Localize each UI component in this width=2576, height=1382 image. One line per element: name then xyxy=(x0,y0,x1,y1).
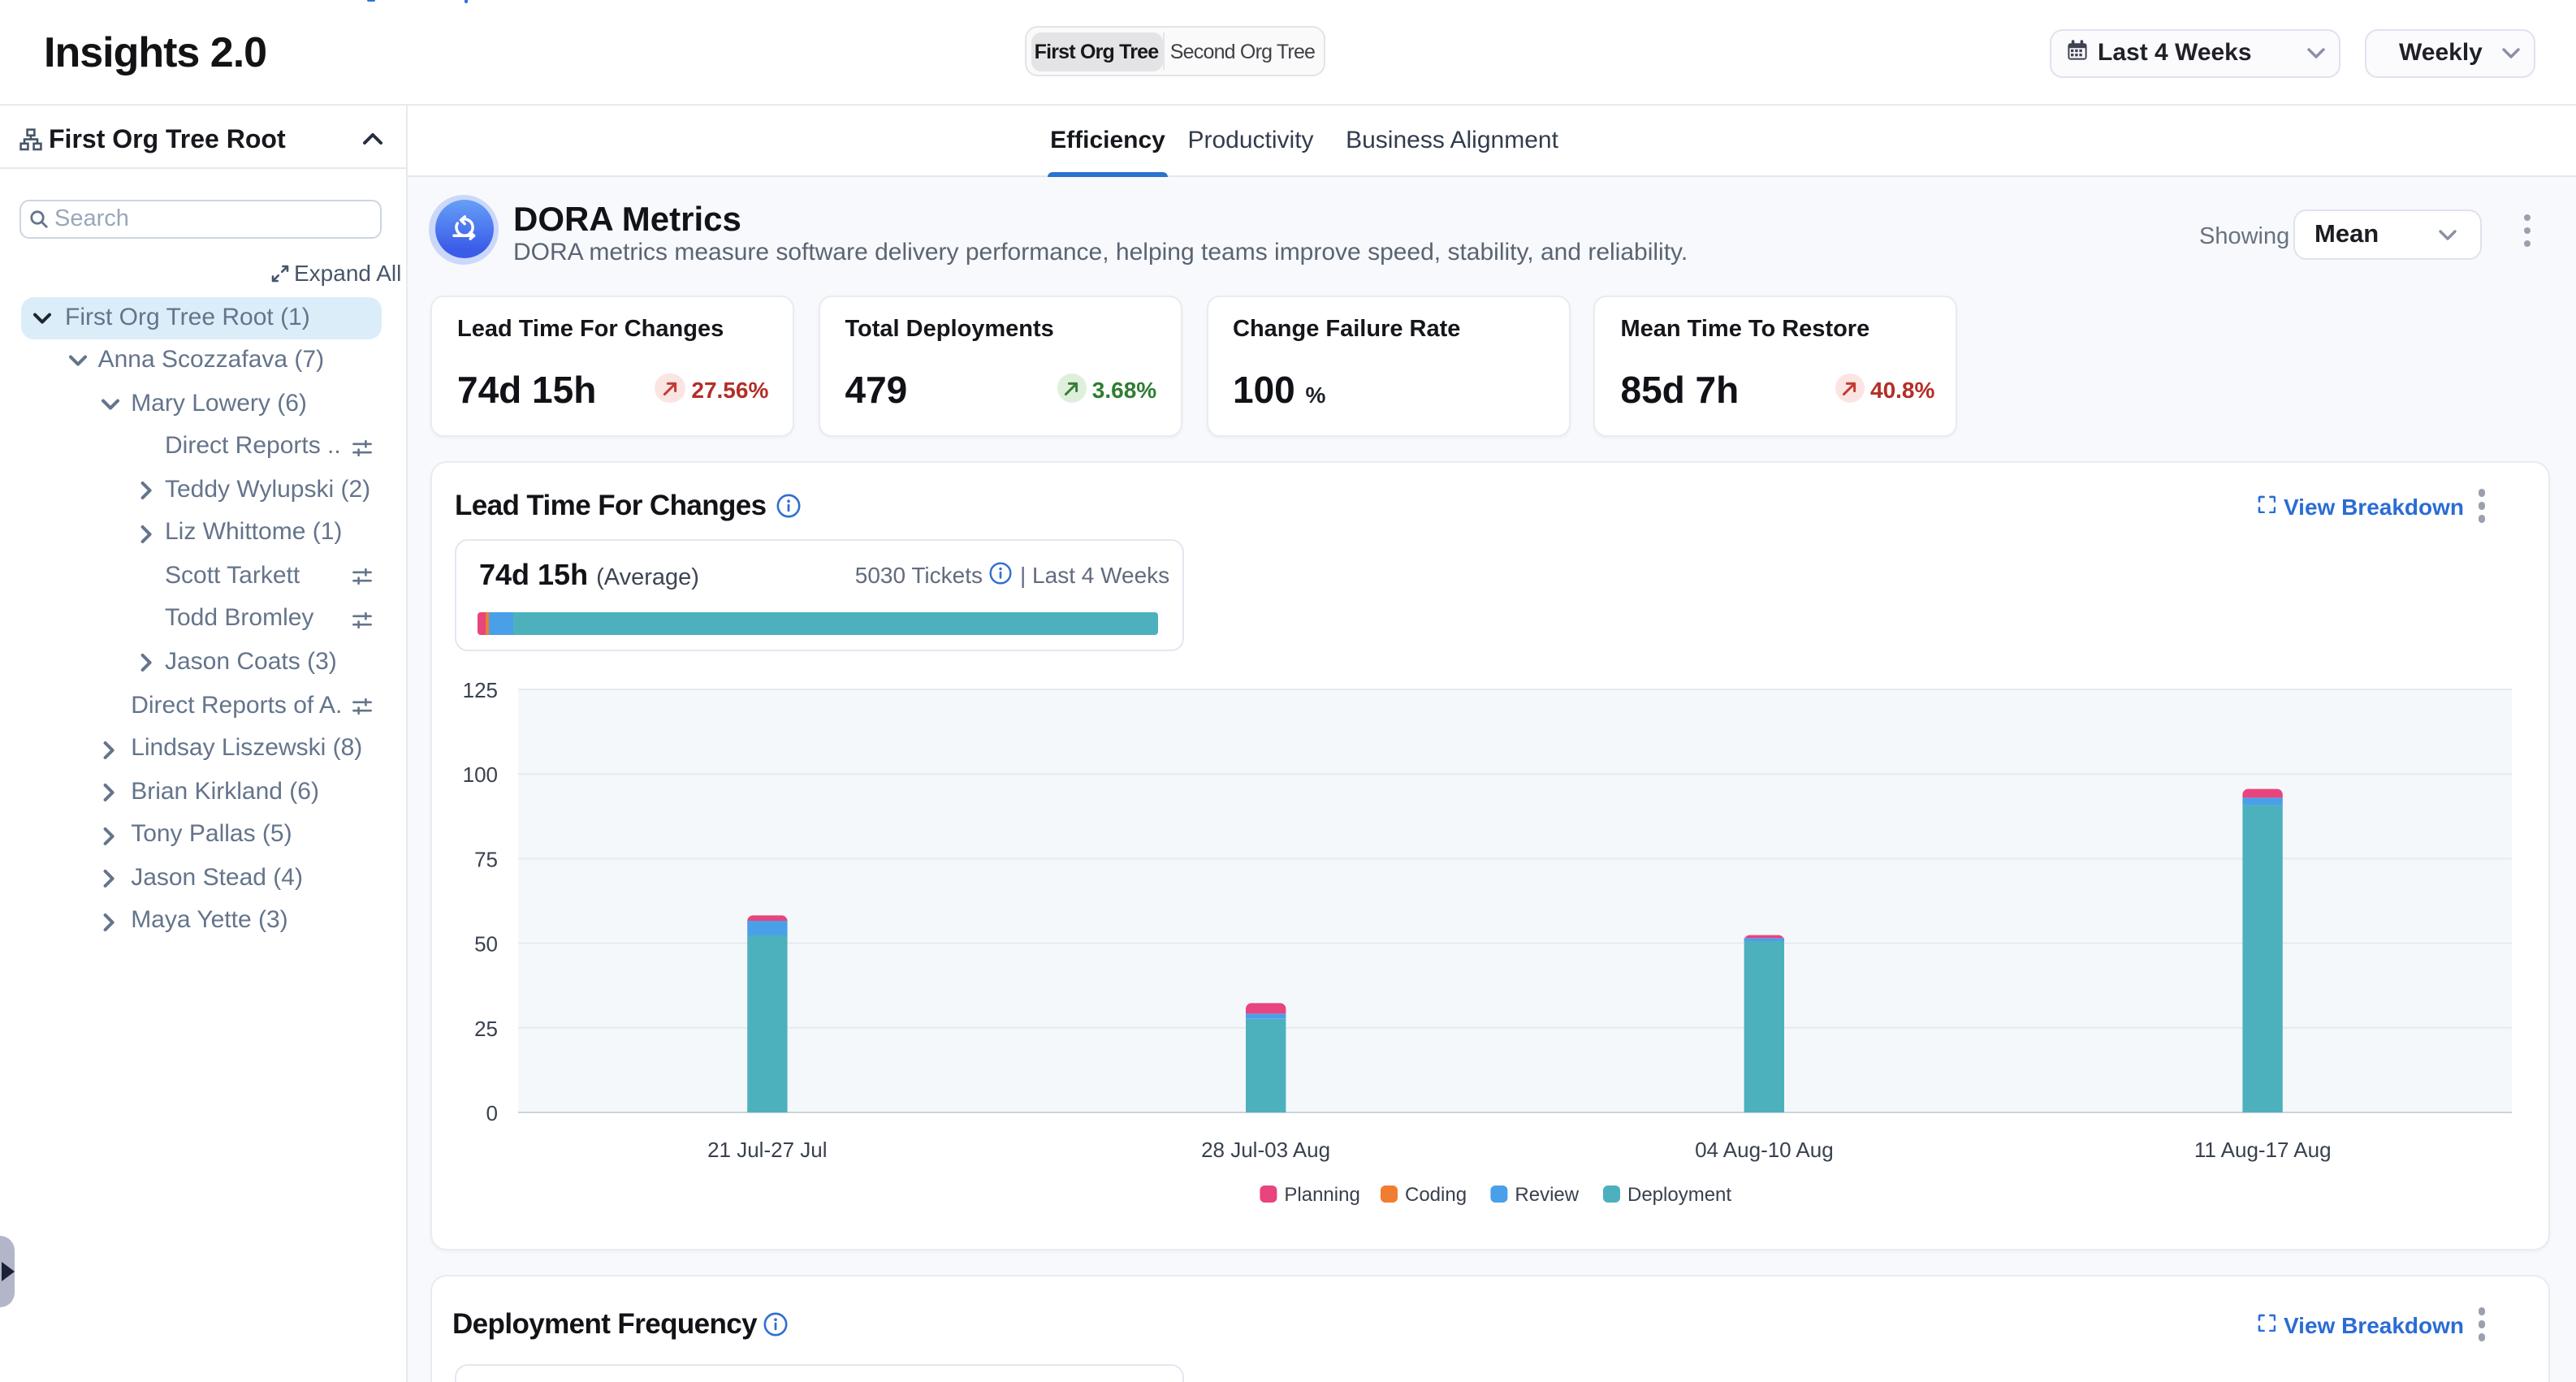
svg-text:Planning: Planning xyxy=(1284,1183,1359,1205)
svg-text:0: 0 xyxy=(486,1100,498,1125)
svg-text:25: 25 xyxy=(474,1016,498,1040)
svg-text:21 Jul-27 Jul: 21 Jul-27 Jul xyxy=(707,1137,827,1161)
svg-text:28 Jul-03 Aug: 28 Jul-03 Aug xyxy=(1201,1137,1330,1161)
svg-text:125: 125 xyxy=(463,677,498,702)
svg-text:75: 75 xyxy=(474,846,498,870)
svg-text:100: 100 xyxy=(463,762,498,786)
svg-text:50: 50 xyxy=(474,931,498,956)
svg-text:Deployment: Deployment xyxy=(1627,1183,1731,1205)
svg-text:04 Aug-10 Aug: 04 Aug-10 Aug xyxy=(1695,1137,1834,1161)
svg-text:Coding: Coding xyxy=(1405,1183,1467,1205)
svg-text:Review: Review xyxy=(1515,1183,1579,1205)
svg-text:11 Aug-17 Aug: 11 Aug-17 Aug xyxy=(2194,1137,2332,1161)
